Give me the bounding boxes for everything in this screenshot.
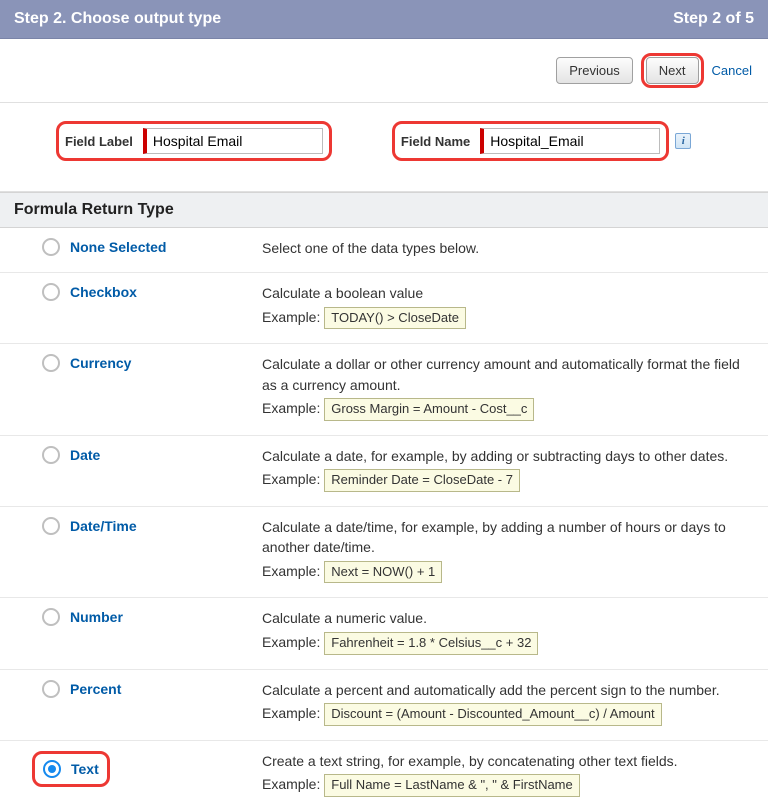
type-desc: Create a text string, for example, by co… [262,751,752,797]
field-name-input[interactable] [480,128,660,154]
example-code: Reminder Date = CloseDate - 7 [324,469,520,492]
type-left: Date [42,446,262,464]
example-prefix: Example: [262,563,324,579]
type-name[interactable]: Date/Time [70,518,137,534]
type-example: Example: Fahrenheit = 1.8 * Celsius__c +… [262,632,752,655]
text-type-highlight: Text [32,751,110,787]
type-row: None Selected Select one of the data type… [0,228,768,273]
example-prefix: Example: [262,471,324,487]
type-desc-text: Calculate a date/time, for example, by a… [262,517,752,558]
previous-button[interactable]: Previous [556,57,633,84]
example-code: Gross Margin = Amount - Cost__c [324,398,534,421]
example-prefix: Example: [262,776,324,792]
type-desc-text: Calculate a dollar or other currency amo… [262,354,752,395]
field-row: Field Label Field Name i [0,103,768,192]
type-name[interactable]: Number [70,609,123,625]
radio-checkbox[interactable] [42,283,60,301]
type-desc: Calculate a numeric value. Example: Fahre… [262,608,752,654]
radio-number[interactable] [42,608,60,626]
type-desc: Calculate a date, for example, by adding… [262,446,752,492]
type-left: Date/Time [42,517,262,535]
type-row: Currency Calculate a dollar or other curr… [0,344,768,435]
cancel-link[interactable]: Cancel [712,63,752,78]
field-label-input[interactable] [143,128,323,154]
type-example: Example: Reminder Date = CloseDate - 7 [262,469,752,492]
next-button[interactable]: Next [646,57,699,84]
field-label-caption: Field Label [65,134,133,149]
type-example: Example: Full Name = LastName & ", " & F… [262,774,752,797]
next-highlight: Next [641,53,704,88]
type-row: Date/Time Calculate a date/time, for exam… [0,507,768,598]
radio-date[interactable] [42,446,60,464]
type-desc-text: Select one of the data types below. [262,238,752,258]
type-desc: Select one of the data types below. [262,238,752,258]
example-code: Next = NOW() + 1 [324,561,442,584]
example-prefix: Example: [262,634,324,650]
type-desc: Calculate a date/time, for example, by a… [262,517,752,583]
type-row: Percent Calculate a percent and automatic… [0,670,768,741]
radio-date-time[interactable] [42,517,60,535]
type-left: Checkbox [42,283,262,301]
example-prefix: Example: [262,400,324,416]
example-code: Full Name = LastName & ", " & FirstName [324,774,580,797]
type-name[interactable]: Text [71,761,99,777]
step-header: Step 2. Choose output type Step 2 of 5 [0,0,768,39]
field-name-caption: Field Name [401,134,470,149]
example-prefix: Example: [262,309,324,325]
type-left: Text [42,751,262,787]
type-name[interactable]: None Selected [70,239,166,255]
type-left: Currency [42,354,262,372]
type-example: Example: Next = NOW() + 1 [262,561,752,584]
field-name-group: Field Name [401,128,660,154]
type-left: Percent [42,680,262,698]
field-name-highlight: Field Name [392,121,669,161]
type-row: Number Calculate a numeric value. Example:… [0,598,768,669]
type-row: Date Calculate a date, for example, by ad… [0,436,768,507]
section-title: Formula Return Type [0,192,768,228]
type-row: Checkbox Calculate a boolean value Example… [0,273,768,344]
radio-none-selected[interactable] [42,238,60,256]
type-desc-text: Calculate a boolean value [262,283,752,303]
type-name[interactable]: Date [70,447,100,463]
radio-text[interactable] [43,760,61,778]
types-list: None Selected Select one of the data type… [0,228,768,811]
type-desc-text: Calculate a numeric value. [262,608,752,628]
example-code: TODAY() > CloseDate [324,307,466,330]
type-desc: Calculate a dollar or other currency amo… [262,354,752,420]
type-desc-text: Calculate a date, for example, by adding… [262,446,752,466]
type-desc-text: Calculate a percent and automatically ad… [262,680,752,700]
radio-currency[interactable] [42,354,60,372]
type-name[interactable]: Percent [70,681,121,697]
radio-percent[interactable] [42,680,60,698]
info-icon[interactable]: i [675,133,691,149]
nav-buttons: Previous Next Cancel [0,39,768,103]
field-label-highlight: Field Label [56,121,332,161]
step-indicator: Step 2 of 5 [673,10,754,28]
example-code: Discount = (Amount - Discounted_Amount__… [324,703,661,726]
type-desc-text: Create a text string, for example, by co… [262,751,752,771]
type-example: Example: TODAY() > CloseDate [262,307,752,330]
type-example: Example: Gross Margin = Amount - Cost__c [262,398,752,421]
type-left: Number [42,608,262,626]
type-example: Example: Discount = (Amount - Discounted… [262,703,752,726]
type-desc: Calculate a percent and automatically ad… [262,680,752,726]
type-desc: Calculate a boolean value Example: TODAY(… [262,283,752,329]
type-name[interactable]: Currency [70,355,131,371]
type-row: Text Create a text string, for example, b… [0,741,768,811]
field-label-group: Field Label [65,128,323,154]
step-title: Step 2. Choose output type [14,10,221,28]
example-code: Fahrenheit = 1.8 * Celsius__c + 32 [324,632,538,655]
type-name[interactable]: Checkbox [70,284,137,300]
type-left: None Selected [42,238,262,256]
